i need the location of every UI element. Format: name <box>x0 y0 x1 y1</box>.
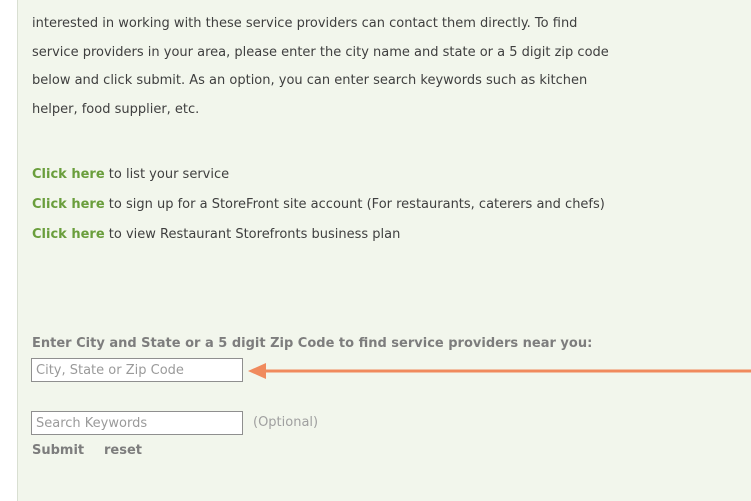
submit-button[interactable]: Submit <box>32 441 84 461</box>
intro-line: helper, food supplier, etc. <box>32 101 200 117</box>
search-label: Enter City and State or a 5 digit Zip Co… <box>32 336 593 351</box>
optional-note: (Optional) <box>253 415 319 430</box>
reset-button[interactable]: reset <box>104 441 142 461</box>
city-state-zip-input[interactable] <box>31 358 243 382</box>
list-service-link[interactable]: Click here <box>32 167 105 182</box>
intro-line: interested in working with these service… <box>32 16 578 31</box>
intro-line: service providers in your area, please e… <box>32 44 609 60</box>
business-plan-link[interactable]: Click here <box>32 227 105 242</box>
business-plan-text: to view Restaurant Storefronts business … <box>104 227 401 242</box>
signup-line: Click here to sign up for a StoreFront s… <box>32 195 605 215</box>
business-plan-line: Click here to view Restaurant Storefront… <box>32 225 400 245</box>
signup-link[interactable]: Click here <box>32 197 105 212</box>
intro-paragraph: interested in working with these service… <box>32 10 737 124</box>
signup-text: to sign up for a StoreFront site account… <box>104 197 605 212</box>
search-keywords-input[interactable] <box>31 411 243 435</box>
content-panel: interested in working with these service… <box>17 0 751 501</box>
list-service-text: to list your service <box>104 167 230 182</box>
intro-line: below and click submit. As an option, yo… <box>32 73 588 88</box>
list-service-line: Click here to list your service <box>32 165 229 185</box>
